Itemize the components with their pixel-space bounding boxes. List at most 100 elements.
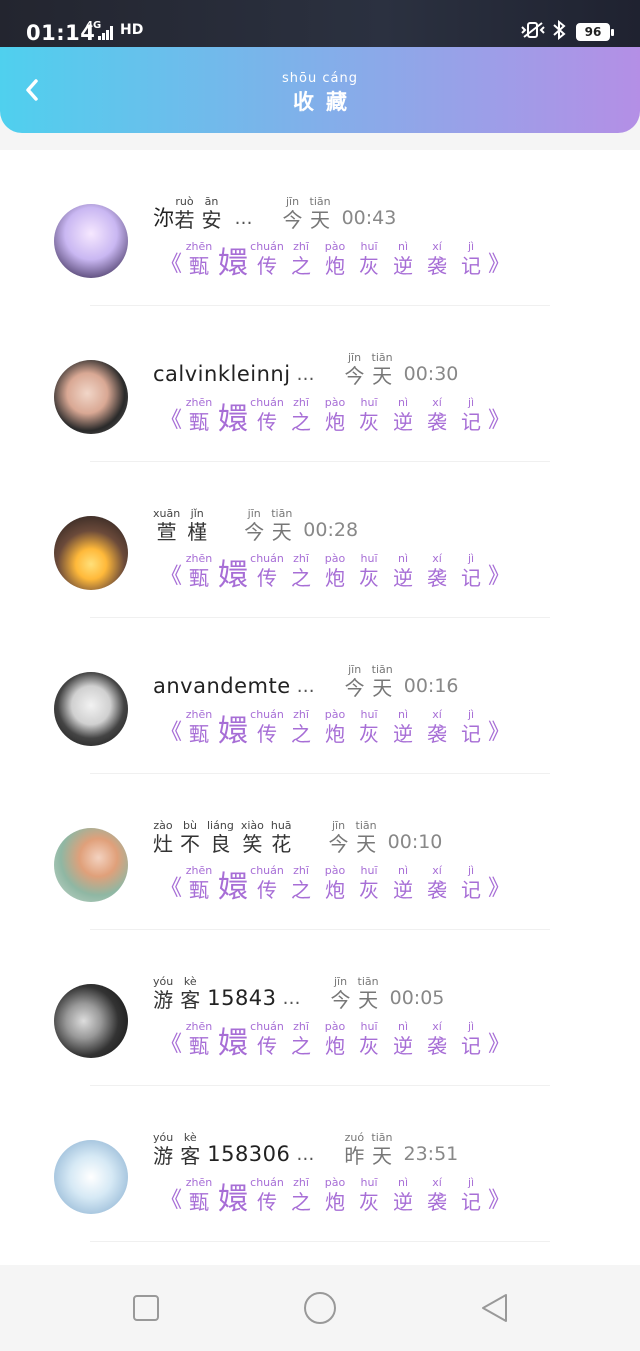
book-title-word: zhēn 甄 — [182, 552, 216, 591]
day-word-pinyin: tiān — [371, 351, 393, 364]
timestamp: jīn 今 tiān 天 00:05 — [331, 975, 445, 1013]
book-title-word-pinyin: jì — [467, 1176, 475, 1189]
book-title-word: 嬛 — [216, 405, 250, 435]
book-title-word: chuán 传 — [250, 396, 284, 435]
day-word: tiān 天 — [310, 196, 331, 233]
book-title-word-char: 炮 — [325, 1190, 346, 1214]
name-line: zào 灶 bù 不 liáng 良 xiào 笑 huā 花 jīn 今 tiān 天 00:10 — [153, 816, 442, 857]
home-button[interactable] — [302, 1290, 338, 1326]
day-word-char: 今 — [282, 208, 303, 232]
book-title-word: chuán 传 — [250, 1020, 284, 1059]
day-word-pinyin: jīn — [333, 975, 348, 988]
list-item[interactable]: yóu 游 kè 客 15843… jīn 今 tiān 天 00:05 《 zhēn 甄嬛 chuán 传… — [0, 930, 640, 1086]
book-title-word: 嬛 — [216, 873, 250, 903]
name-ellipsis: … — [296, 676, 315, 697]
book-title-word-pinyin: pào — [324, 1176, 346, 1189]
user-name-word: huā 花 — [271, 820, 292, 857]
book-title: 《 zhēn 甄嬛 chuán 传 zhī 之 pào 炮 huī 灰 nì 逆 xí 袭 jì 记》 — [160, 396, 510, 435]
user-name-word: ruò 若 — [175, 195, 195, 233]
book-title-word-pinyin: xí — [432, 1176, 442, 1189]
book-title-word-pinyin: zhī — [293, 240, 309, 253]
avatar[interactable] — [54, 1140, 128, 1214]
book-title-word-char: 炮 — [325, 254, 346, 278]
book-title-word: chuán 传 — [250, 552, 284, 591]
recent-apps-button[interactable] — [128, 1290, 164, 1326]
avatar[interactable] — [54, 984, 128, 1058]
book-title-word-pinyin: pào — [324, 552, 346, 565]
book-title-word-char: 炮 — [325, 410, 346, 434]
list-item[interactable]: anvandemte… jīn 今 tiān 天 00:16 《 zhēn 甄嬛 chuán 传 zh… — [0, 618, 640, 774]
book-title-word-char: 之 — [291, 254, 312, 278]
avatar[interactable] — [54, 516, 128, 590]
list-item[interactable]: 沵 ruò 若 ān 安… jīn 今 tiān 天 00:43 《 zhēn 甄嬛 chuán 传 zhī 之… — [0, 150, 640, 306]
book-title-word: jì 记 — [454, 1020, 488, 1059]
day-word-pinyin: tiān — [271, 507, 293, 520]
day-word: tiān 天 — [271, 507, 293, 545]
user-name-word-char: 灶 — [153, 832, 173, 856]
status-bar: 01:14 4G HD 96 — [0, 0, 640, 48]
user-name-word-char: 萱 — [156, 520, 177, 544]
close-quote: 》 — [488, 1188, 511, 1213]
user-name-word-pinyin: ruò — [175, 195, 194, 208]
book-title-word: zhī 之 — [284, 864, 318, 903]
book-title-word-char: 记 — [461, 1190, 482, 1214]
user-name-word-char: 客 — [180, 988, 201, 1012]
close-quote: 》 — [488, 408, 511, 433]
book-title-word: nì 逆 — [386, 708, 420, 747]
book-title-word-char: 记 — [461, 722, 482, 746]
day-word-char: 天 — [271, 520, 292, 544]
list-item[interactable]: calvinkleinnj… jīn 今 tiān 天 00:30 《 zhēn 甄嬛 chuán… — [0, 306, 640, 462]
book-title-word: 嬛 — [216, 717, 250, 747]
name-line: 沵 ruò 若 ān 安 … jīn 今 tiān 天 00:43 — [153, 192, 396, 233]
book-title-word-char: 炮 — [325, 878, 346, 902]
book-title-word: pào 炮 — [318, 864, 352, 903]
day-word-char: 天 — [371, 1144, 392, 1168]
book-title-word: xí 袭 — [420, 864, 454, 903]
book-title-word-char: 嬛 — [218, 870, 249, 905]
book-title-word: zhēn 甄 — [182, 864, 216, 903]
book-title-word-char: 袭 — [427, 566, 448, 590]
user-name-word-char: 花 — [271, 832, 292, 856]
book-title-word-char: 传 — [257, 1190, 278, 1214]
avatar[interactable] — [54, 360, 128, 434]
list-item[interactable]: zào 灶 bù 不 liáng 良 xiào 笑 huā 花 jīn 今 tiān 天 00:10 《 zhē… — [0, 774, 640, 930]
user-name-word: xiào 笑 — [240, 819, 264, 857]
book-title-word-char: 逆 — [393, 878, 414, 902]
book-title-word: nì 逆 — [386, 1020, 420, 1059]
user-name-word-pinyin: jǐn — [190, 507, 204, 520]
day-word: tiān 天 — [371, 351, 393, 389]
list-item[interactable]: xuān 萱 jǐn 槿 jīn 今 tiān 天 00:28 《 zhēn 甄嬛 chuán 传 zhī 之… — [0, 462, 640, 618]
book-title-word-pinyin: huī — [360, 864, 378, 877]
name-ellipsis: … — [296, 364, 315, 385]
system-nav-bar — [0, 1265, 640, 1351]
nav-back-button[interactable] — [476, 1290, 512, 1326]
book-title-word-pinyin: zhēn — [185, 1020, 213, 1033]
open-quote: 《 — [160, 564, 183, 589]
book-title-word-pinyin: zhēn — [185, 708, 213, 721]
book-title-word: pào 炮 — [318, 708, 352, 747]
book-title-word-pinyin: huī — [360, 396, 378, 409]
user-name-word-pinyin: xiào — [240, 819, 264, 832]
list-item[interactable]: yóu 游 kè 客 158306… zuó 昨 tiān 天 23:51 《 zhēn 甄嬛 chuán… — [0, 1086, 640, 1242]
book-title-word-char: 灰 — [359, 566, 380, 590]
user-name-word-char: 不 — [180, 832, 200, 856]
book-title-word-pinyin: zhēn — [185, 552, 213, 565]
page-title-pinyin: shōu cáng — [282, 71, 358, 86]
book-title-word-char: 记 — [461, 566, 482, 590]
day-word: jīn 今 — [345, 664, 365, 701]
day-word-char: 天 — [356, 832, 377, 856]
book-title: 《 zhēn 甄嬛 chuán 传 zhī 之 pào 炮 huī 灰 nì 逆 xí 袭 jì 记》 — [160, 708, 510, 747]
avatar[interactable] — [54, 204, 128, 278]
day-word-char: 天 — [310, 208, 331, 232]
time-text: 00:30 — [403, 363, 459, 385]
avatar[interactable] — [54, 828, 128, 902]
book-title-word: nì 逆 — [386, 396, 420, 435]
day-word-pinyin: jīn — [347, 351, 362, 364]
day-word: tiān 天 — [372, 664, 393, 701]
avatar[interactable] — [54, 672, 128, 746]
open-quote: 《 — [160, 252, 183, 277]
user-name-word: liáng 良 — [207, 820, 234, 857]
book-title-word: huī 灰 — [352, 1176, 386, 1215]
user-name: 15843 — [207, 986, 277, 1010]
book-title-word-pinyin: pào — [324, 396, 346, 409]
